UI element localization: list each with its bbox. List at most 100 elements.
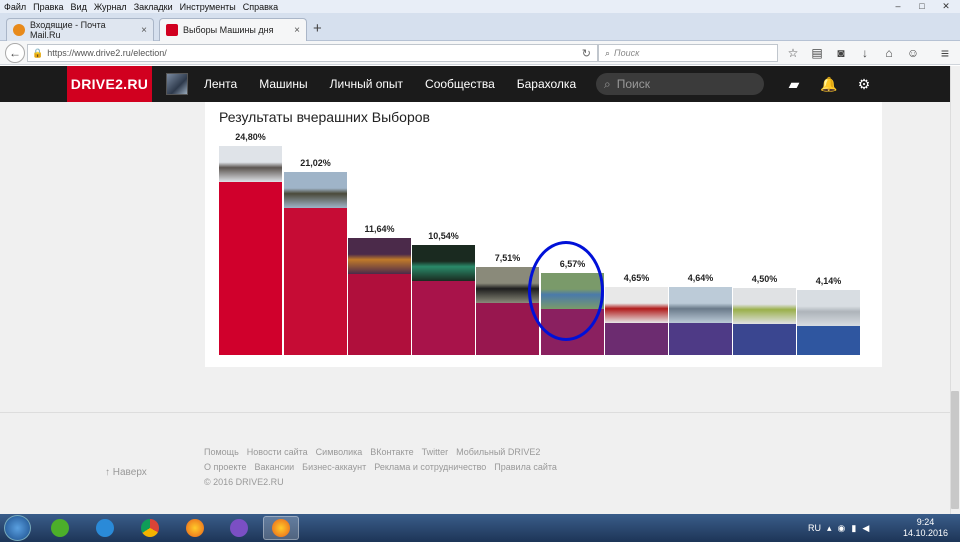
drive2-favicon-icon xyxy=(166,24,178,36)
footer-jobs-link[interactable]: Вакансии xyxy=(254,462,294,472)
footer-links-row-2: О проекте Вакансии Бизнес-аккаунт Реклам… xyxy=(204,462,557,472)
menu-bookmarks[interactable]: Закладки xyxy=(130,2,176,12)
bar xyxy=(733,324,796,355)
site-search-placeholder: Поиск xyxy=(616,77,650,91)
messages-icon[interactable]: ▰ xyxy=(785,75,803,93)
internet-explorer-icon[interactable] xyxy=(87,516,123,540)
bar-value-label: 24,80% xyxy=(235,132,266,142)
pocket-icon[interactable]: ◙ xyxy=(832,44,850,62)
footer-symbols-link[interactable]: Символика xyxy=(316,447,363,457)
back-button[interactable]: ← xyxy=(5,43,25,63)
bar xyxy=(284,208,347,355)
bar-value-label: 4,14% xyxy=(815,276,842,286)
tray-app-icon[interactable]: ◉ xyxy=(838,523,846,534)
menu-bar: Файл Правка Вид Журнал Закладки Инструме… xyxy=(0,0,960,13)
language-indicator[interactable]: RU xyxy=(808,523,821,533)
site-header: DRIVE2.RU Лента Машины Личный опыт Сообщ… xyxy=(0,66,950,102)
site-search-input[interactable]: ⌕ Поиск xyxy=(596,73,764,95)
scrollbar-thumb[interactable] xyxy=(951,391,959,509)
firefox-active-icon[interactable] xyxy=(263,516,299,540)
footer-about-link[interactable]: О проекте xyxy=(204,462,246,472)
menu-view[interactable]: Вид xyxy=(67,2,90,12)
chrome-icon[interactable] xyxy=(132,516,168,540)
site-nav: Лента Машины Личный опыт Сообщества Бара… xyxy=(204,66,576,102)
reading-list-icon[interactable]: ▤ xyxy=(808,44,826,62)
car-photo[interactable] xyxy=(219,146,282,182)
footer-help-link[interactable]: Помощь xyxy=(204,447,239,457)
nav-communities[interactable]: Сообщества xyxy=(425,77,495,91)
site-logo[interactable]: DRIVE2.RU xyxy=(67,66,152,102)
clock[interactable]: 9:24 14.10.2016 xyxy=(903,517,948,539)
footer-twitter-link[interactable]: Twitter xyxy=(422,447,449,457)
bar-value-label: 11,64% xyxy=(364,224,395,234)
footer-news-link[interactable]: Новости сайта xyxy=(247,447,308,457)
car-photo[interactable] xyxy=(605,287,668,323)
bar-value-label: 10,54% xyxy=(428,231,459,241)
clock-time: 9:24 xyxy=(916,517,935,527)
bar xyxy=(412,281,475,355)
menu-history[interactable]: Журнал xyxy=(90,2,130,12)
notifications-bell-icon[interactable]: 🔔 xyxy=(820,75,838,93)
bookmark-star-icon[interactable]: ☆ xyxy=(784,44,802,62)
settings-gear-icon[interactable]: ⚙ xyxy=(855,75,873,93)
browser-search-input[interactable]: ⌕ Поиск xyxy=(598,44,778,62)
nav-feed[interactable]: Лента xyxy=(204,77,237,91)
home-icon[interactable]: ⌂ xyxy=(880,44,898,62)
car-photo[interactable] xyxy=(797,290,860,326)
car-photo[interactable] xyxy=(348,238,411,274)
menu-tools[interactable]: Инструменты xyxy=(176,2,239,12)
tab-close-icon[interactable]: × xyxy=(294,25,300,36)
download-icon[interactable]: ↓ xyxy=(856,44,874,62)
footer-vk-link[interactable]: ВКонтакте xyxy=(370,447,413,457)
windows-start-icon[interactable] xyxy=(4,515,31,541)
browser-toolbar: ← 🔒 https://www.drive2.ru/election/ ↻ ⌕ … xyxy=(0,41,960,65)
tab-close-icon[interactable]: × xyxy=(141,25,147,36)
bar-value-label: 4,65% xyxy=(623,273,650,283)
nav-experience[interactable]: Личный опыт xyxy=(330,77,403,91)
menu-edit[interactable]: Правка xyxy=(29,2,66,12)
viber-icon[interactable] xyxy=(221,516,257,540)
menu-hamburger-icon[interactable]: ≡ xyxy=(936,44,954,62)
site-search-icon: ⌕ xyxy=(604,76,611,91)
minimize-button[interactable]: – xyxy=(886,0,910,12)
utorrent-icon[interactable] xyxy=(42,516,78,540)
toolbar-icons: ☆ ▤ ◙ ↓ ⌂ ☺ xyxy=(784,44,922,62)
bar xyxy=(219,182,282,355)
user-car-thumbnail[interactable] xyxy=(166,73,188,95)
bar-value-label: 4,50% xyxy=(751,274,778,284)
bar xyxy=(669,323,732,355)
url-text: https://www.drive2.ru/election/ xyxy=(47,48,167,58)
footer-business-link[interactable]: Бизнес-аккаунт xyxy=(302,462,366,472)
search-icon: ⌕ xyxy=(605,47,611,58)
footer-mobile-link[interactable]: Мобильный DRIVE2 xyxy=(456,447,540,457)
network-icon[interactable]: ▮ xyxy=(851,523,856,534)
nav-market[interactable]: Барахолка xyxy=(517,77,576,91)
tray-arrow-icon[interactable]: ▴ xyxy=(827,523,832,534)
clock-date: 14.10.2016 xyxy=(903,528,949,538)
footer-rules-link[interactable]: Правила сайта xyxy=(494,462,557,472)
footer-copyright: © 2016 DRIVE2.RU xyxy=(204,477,284,487)
tab-election-label: Выборы Машины дня xyxy=(183,25,274,35)
car-photo[interactable] xyxy=(669,287,732,323)
new-tab-button[interactable]: + xyxy=(313,20,322,37)
url-bar[interactable]: 🔒 https://www.drive2.ru/election/ ↻ xyxy=(27,44,598,62)
menu-file[interactable]: Файл xyxy=(0,2,29,12)
bar-value-label: 7,51% xyxy=(494,253,521,263)
menu-help[interactable]: Справка xyxy=(239,2,281,12)
car-photo[interactable] xyxy=(733,288,796,324)
system-tray: RU ▴ ◉ ▮ ◀ xyxy=(808,514,869,542)
maximize-button[interactable]: □ xyxy=(910,0,934,12)
footer-ads-link[interactable]: Реклама и сотрудничество xyxy=(374,462,486,472)
firefox-icon[interactable] xyxy=(177,516,213,540)
tab-mail-label: Входящие - Почта Mail.Ru xyxy=(30,20,106,40)
volume-icon[interactable]: ◀ xyxy=(862,523,869,534)
tab-mail[interactable]: Входящие - Почта Mail.Ru × xyxy=(6,18,154,41)
car-photo[interactable] xyxy=(284,172,347,208)
smiley-icon[interactable]: ☺ xyxy=(904,44,922,62)
nav-cars[interactable]: Машины xyxy=(259,77,307,91)
reload-icon[interactable]: ↻ xyxy=(582,47,591,60)
scroll-to-top-link[interactable]: ↑ Наверх xyxy=(105,467,147,478)
car-photo[interactable] xyxy=(412,245,475,281)
tab-election[interactable]: Выборы Машины дня × xyxy=(159,18,307,41)
close-window-button[interactable]: ✕ xyxy=(934,0,958,12)
